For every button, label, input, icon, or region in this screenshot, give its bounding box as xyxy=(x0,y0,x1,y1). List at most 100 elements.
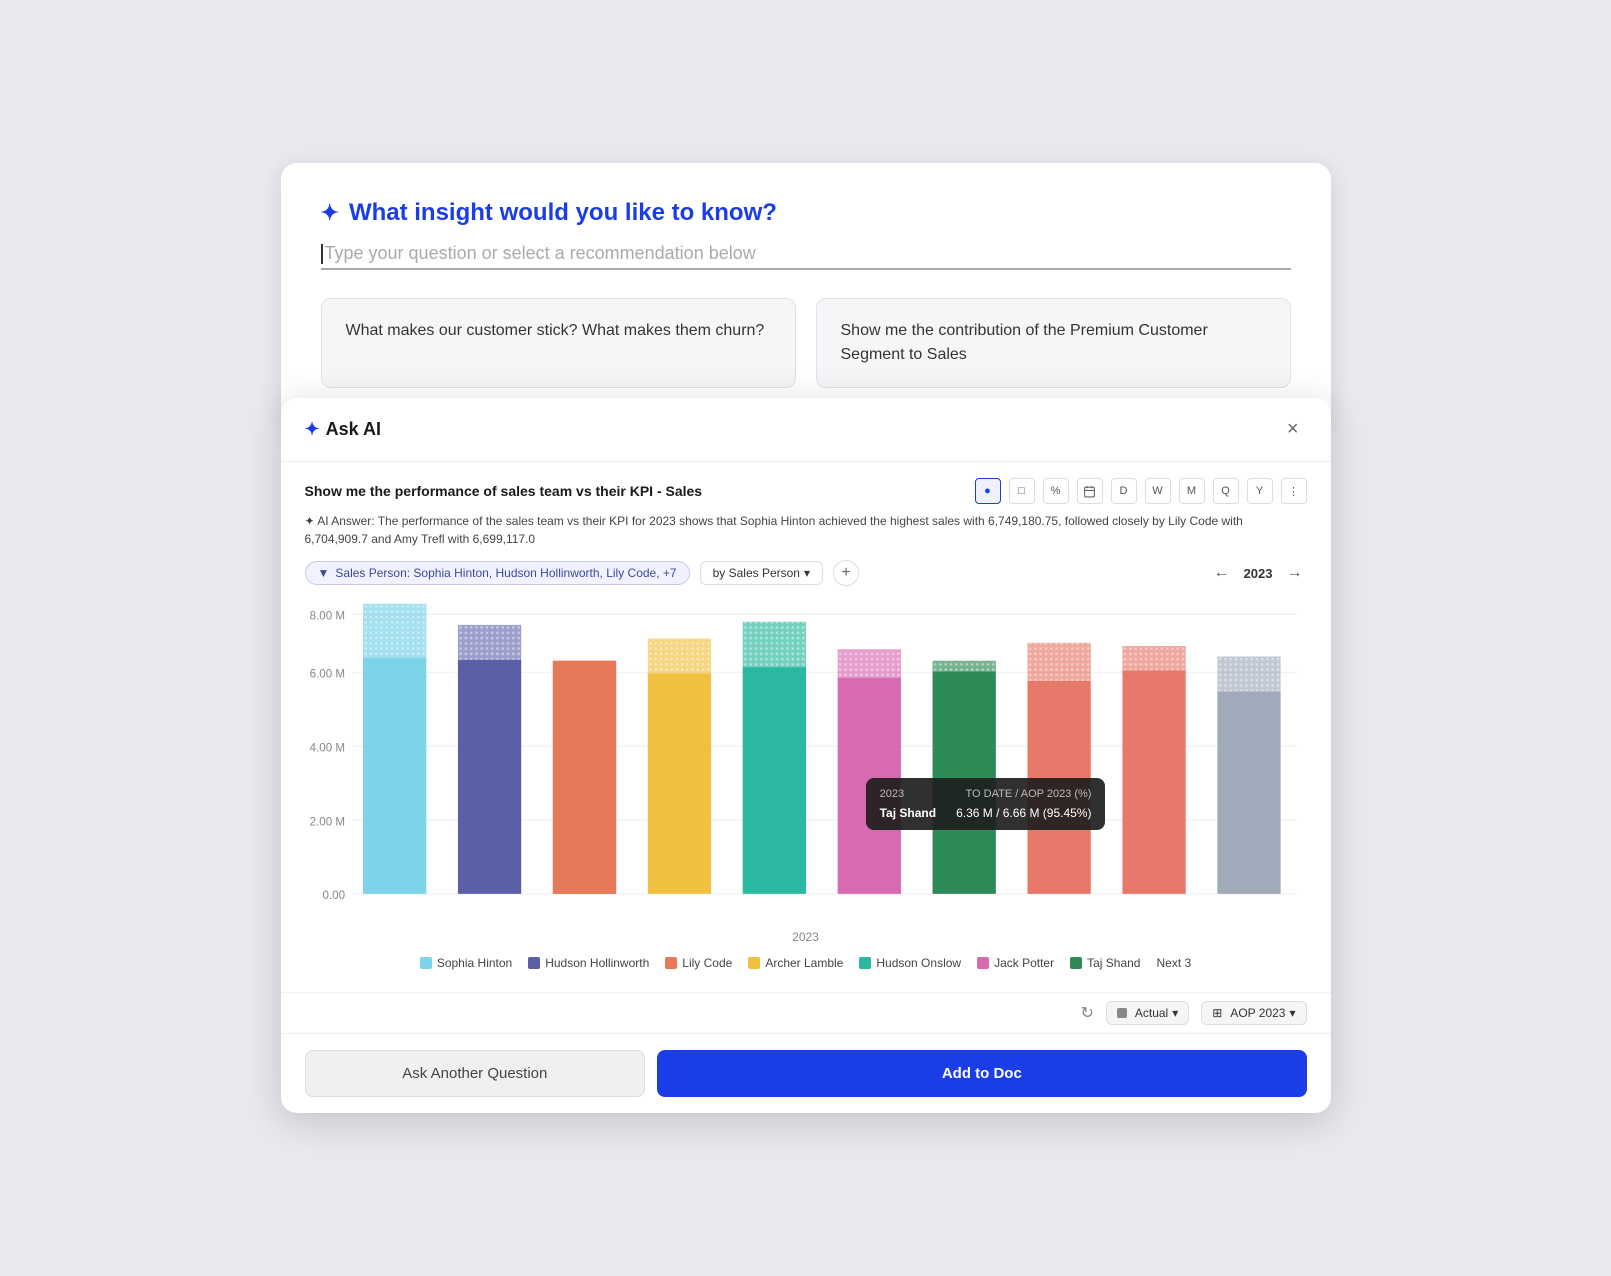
bar-p9-actual[interactable] xyxy=(1122,670,1185,894)
more-ctrl-btn[interactable]: ⋮ xyxy=(1281,478,1307,504)
actual-color-swatch xyxy=(1117,1008,1127,1018)
aop-toggle-button[interactable]: ⊞ AOP 2023 ▾ xyxy=(1201,1001,1306,1025)
legend-dot-jack xyxy=(977,957,989,969)
modal-sparkle-icon: ✦ xyxy=(305,419,320,440)
ai-answer-text: ✦ AI Answer: The performance of the sale… xyxy=(305,512,1307,548)
legend-dot-hudson-h xyxy=(528,957,540,969)
filter-row: ▼ Sales Person: Sophia Hinton, Hudson Ho… xyxy=(305,560,1307,586)
chart-controls: ● □ % D W M Q Y ⋮ xyxy=(975,478,1307,504)
legend-item-hudson-h[interactable]: Hudson Hollinworth xyxy=(528,956,649,970)
chart-x-label: 2023 xyxy=(305,930,1307,944)
year-label: 2023 xyxy=(1244,566,1273,581)
legend-label-lily: Lily Code xyxy=(682,956,732,970)
group-by-button[interactable]: by Sales Person ▾ xyxy=(700,561,823,585)
bar-jack-aop-dots xyxy=(837,649,900,677)
legend-dot-taj xyxy=(1070,957,1082,969)
calendar-ctrl-btn[interactable] xyxy=(1077,478,1103,504)
chart-area: 8.00 M 6.00 M 4.00 M 2.00 M 0.00 xyxy=(305,602,1307,922)
legend-label-taj: Taj Shand xyxy=(1087,956,1140,970)
year-nav: ← 2023 → xyxy=(1210,564,1307,582)
modal-close-button[interactable]: × xyxy=(1279,414,1307,445)
add-filter-button[interactable]: + xyxy=(833,560,859,586)
filter-tag-text: Sales Person: Sophia Hinton, Hudson Holl… xyxy=(335,566,676,580)
legend-item-hudson-o[interactable]: Hudson Onslow xyxy=(859,956,961,970)
legend-item-sophia[interactable]: Sophia Hinton xyxy=(420,956,512,970)
legend-label-jack: Jack Potter xyxy=(994,956,1054,970)
bar-taj-aop-dots xyxy=(932,661,995,672)
modal-title-text: Ask AI xyxy=(326,419,381,440)
square-ctrl-btn[interactable]: □ xyxy=(1009,478,1035,504)
legend-label-next3: Next 3 xyxy=(1156,956,1191,970)
x-label-text: 2023 xyxy=(792,930,819,944)
bar-hudson-h-aop-dots xyxy=(457,625,520,660)
actual-toggle-button[interactable]: Actual ▾ xyxy=(1106,1001,1189,1025)
next-year-button[interactable]: → xyxy=(1283,564,1307,582)
suggestion-card-2[interactable]: Show me the contribution of the Premium … xyxy=(816,298,1291,388)
legend-item-archer[interactable]: Archer Lamble xyxy=(748,956,843,970)
chart-legend: Sophia Hinton Hudson Hollinworth Lily Co… xyxy=(305,952,1307,980)
prev-year-button[interactable]: ← xyxy=(1210,564,1234,582)
bar-p9-aop-dots xyxy=(1122,646,1185,670)
insight-card: ✦ What insight would you like to know? T… xyxy=(281,163,1331,428)
legend-dot-hudson-o xyxy=(859,957,871,969)
modal-title: ✦ Ask AI xyxy=(305,419,381,440)
chart-svg: 8.00 M 6.00 M 4.00 M 2.00 M 0.00 xyxy=(305,602,1307,922)
insight-input-line[interactable]: Type your question or select a recommend… xyxy=(321,243,1291,270)
bar-hudson-h-actual[interactable] xyxy=(457,660,520,894)
d-ctrl-btn[interactable]: D xyxy=(1111,478,1137,504)
svg-text:0.00: 0.00 xyxy=(322,889,345,902)
outer-wrapper: ✦ What insight would you like to know? T… xyxy=(281,163,1331,1113)
bar-jack-actual[interactable] xyxy=(837,678,900,894)
chart-title: Show me the performance of sales team vs… xyxy=(305,483,703,499)
bar-sophia-aop-dots xyxy=(363,604,426,658)
svg-text:2.00 M: 2.00 M xyxy=(309,815,344,828)
q-ctrl-btn[interactable]: Q xyxy=(1213,478,1239,504)
insight-title: ✦ What insight would you like to know? xyxy=(321,199,1291,227)
percent-ctrl-btn[interactable]: % xyxy=(1043,478,1069,504)
legend-dot-sophia xyxy=(420,957,432,969)
chart-bottom-controls: ↻ Actual ▾ ⊞ AOP 2023 ▾ xyxy=(281,992,1331,1033)
suggestion-card-1[interactable]: What makes our customer stick? What make… xyxy=(321,298,796,388)
aop-grid-icon: ⊞ xyxy=(1212,1006,1222,1020)
legend-label-hudson-o: Hudson Onslow xyxy=(876,956,961,970)
modal-header: ✦ Ask AI × xyxy=(281,398,1331,462)
y-ctrl-btn[interactable]: Y xyxy=(1247,478,1273,504)
legend-label-sophia: Sophia Hinton xyxy=(437,956,512,970)
legend-dot-archer xyxy=(748,957,760,969)
sparkle-icon: ✦ xyxy=(321,200,339,226)
aop-label: AOP 2023 xyxy=(1230,1006,1285,1020)
ask-ai-modal: ✦ Ask AI × Show me the performance of sa… xyxy=(281,398,1331,1113)
m-ctrl-btn[interactable]: M xyxy=(1179,478,1205,504)
bar-hudson-o-aop-dots xyxy=(742,622,805,667)
filter-tag[interactable]: ▼ Sales Person: Sophia Hinton, Hudson Ho… xyxy=(305,561,690,585)
actual-label: Actual xyxy=(1135,1006,1168,1020)
chart-section: Show me the performance of sales team vs… xyxy=(281,462,1331,992)
circle-ctrl-btn[interactable]: ● xyxy=(975,478,1001,504)
svg-text:4.00 M: 4.00 M xyxy=(309,741,344,754)
refresh-icon[interactable]: ↻ xyxy=(1080,1003,1093,1023)
add-to-doc-button[interactable]: Add to Doc xyxy=(657,1050,1306,1097)
legend-item-jack[interactable]: Jack Potter xyxy=(977,956,1054,970)
legend-item-taj[interactable]: Taj Shand xyxy=(1070,956,1140,970)
legend-label-hudson-h: Hudson Hollinworth xyxy=(545,956,649,970)
bar-sophia-actual[interactable] xyxy=(363,658,426,894)
bar-p8-aop-dots xyxy=(1027,643,1090,681)
svg-text:8.00 M: 8.00 M xyxy=(309,610,344,623)
legend-item-lily[interactable]: Lily Code xyxy=(665,956,732,970)
chart-title-row: Show me the performance of sales team vs… xyxy=(305,478,1307,504)
bar-p8-actual[interactable] xyxy=(1027,681,1090,894)
ask-another-button[interactable]: Ask Another Question xyxy=(305,1050,646,1097)
bar-hudson-o-actual[interactable] xyxy=(742,667,805,894)
bar-archer-actual[interactable] xyxy=(647,673,710,893)
actual-chevron-icon: ▾ xyxy=(1172,1006,1178,1020)
legend-label-archer: Archer Lamble xyxy=(765,956,843,970)
svg-text:6.00 M: 6.00 M xyxy=(309,668,344,681)
modal-footer: Ask Another Question Add to Doc xyxy=(281,1033,1331,1113)
legend-item-next3[interactable]: Next 3 xyxy=(1156,956,1191,970)
bar-taj-actual[interactable] xyxy=(932,671,995,894)
bar-p10-aop-dots xyxy=(1217,657,1280,692)
group-by-label: by Sales Person xyxy=(713,566,800,580)
w-ctrl-btn[interactable]: W xyxy=(1145,478,1171,504)
bar-p10-actual[interactable] xyxy=(1217,691,1280,894)
chevron-down-icon: ▾ xyxy=(804,566,810,580)
